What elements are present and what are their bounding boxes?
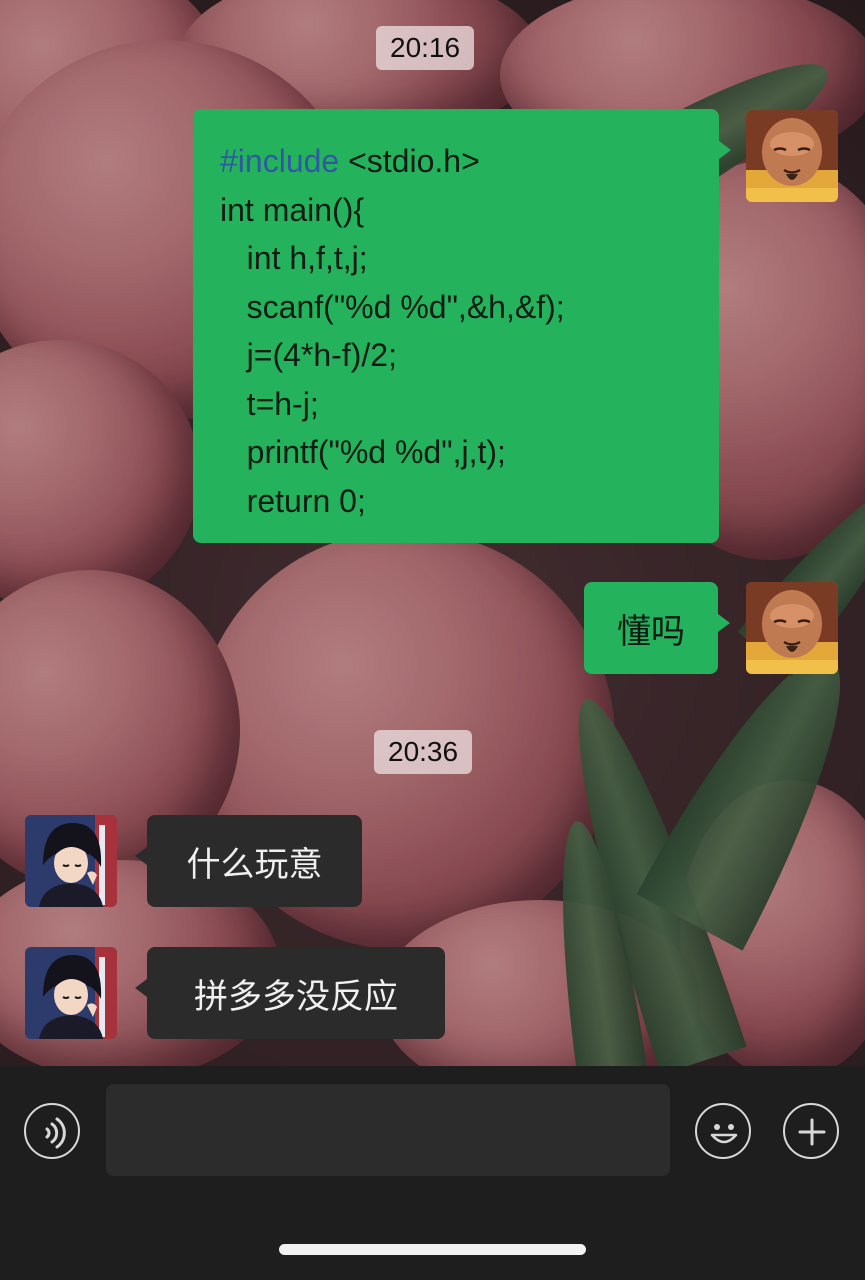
code-line: #include <stdio.h> <box>220 143 480 179</box>
message-input[interactable] <box>106 1084 670 1176</box>
code-line: int h,f,t,j; <box>220 240 368 276</box>
code-line-text: <stdio.h> <box>339 143 480 179</box>
message-text: 懂吗 <box>617 611 685 652</box>
peer-avatar[interactable] <box>25 815 117 907</box>
message-text: 什么玩意 <box>186 844 323 885</box>
self-avatar[interactable] <box>746 582 838 674</box>
code-line: int main(){ <box>220 191 365 228</box>
voice-input-button[interactable] <box>24 1103 80 1159</box>
chat-timestamp: 20:36 <box>374 730 473 774</box>
more-actions-button[interactable] <box>783 1103 839 1159</box>
code-line: printf("%d %d",j,t); <box>220 434 506 470</box>
chat-timestamp: 20:16 <box>376 26 475 70</box>
message-text: 拼多多没反应 <box>194 976 398 1017</box>
emoji-button[interactable] <box>695 1103 751 1159</box>
code-keyword: #include <box>220 143 340 179</box>
voice-icon <box>45 1117 66 1149</box>
code-line: return 0; <box>220 482 366 519</box>
outgoing-text-message[interactable]: 懂吗 <box>584 582 730 674</box>
incoming-text-message[interactable]: 什么玩意 <box>135 815 362 907</box>
outgoing-code-message[interactable]: #include <stdio.h> int main(){ int h,f,t… <box>193 109 731 543</box>
incoming-text-message[interactable]: 拼多多没反应 <box>135 947 445 1039</box>
peer-avatar[interactable] <box>25 947 117 1039</box>
code-message-text: #include <stdio.h> int main(){ int h,f,t… <box>220 137 565 525</box>
self-avatar[interactable] <box>746 110 838 202</box>
code-line: scanf("%d %d",&h,&f); <box>220 288 565 325</box>
plus-icon <box>798 1118 826 1146</box>
code-line: j=(4*h-f)/2; <box>220 337 397 373</box>
emoji-icon <box>710 1124 738 1144</box>
home-indicator <box>279 1244 586 1255</box>
code-line: t=h-j; <box>220 385 319 422</box>
